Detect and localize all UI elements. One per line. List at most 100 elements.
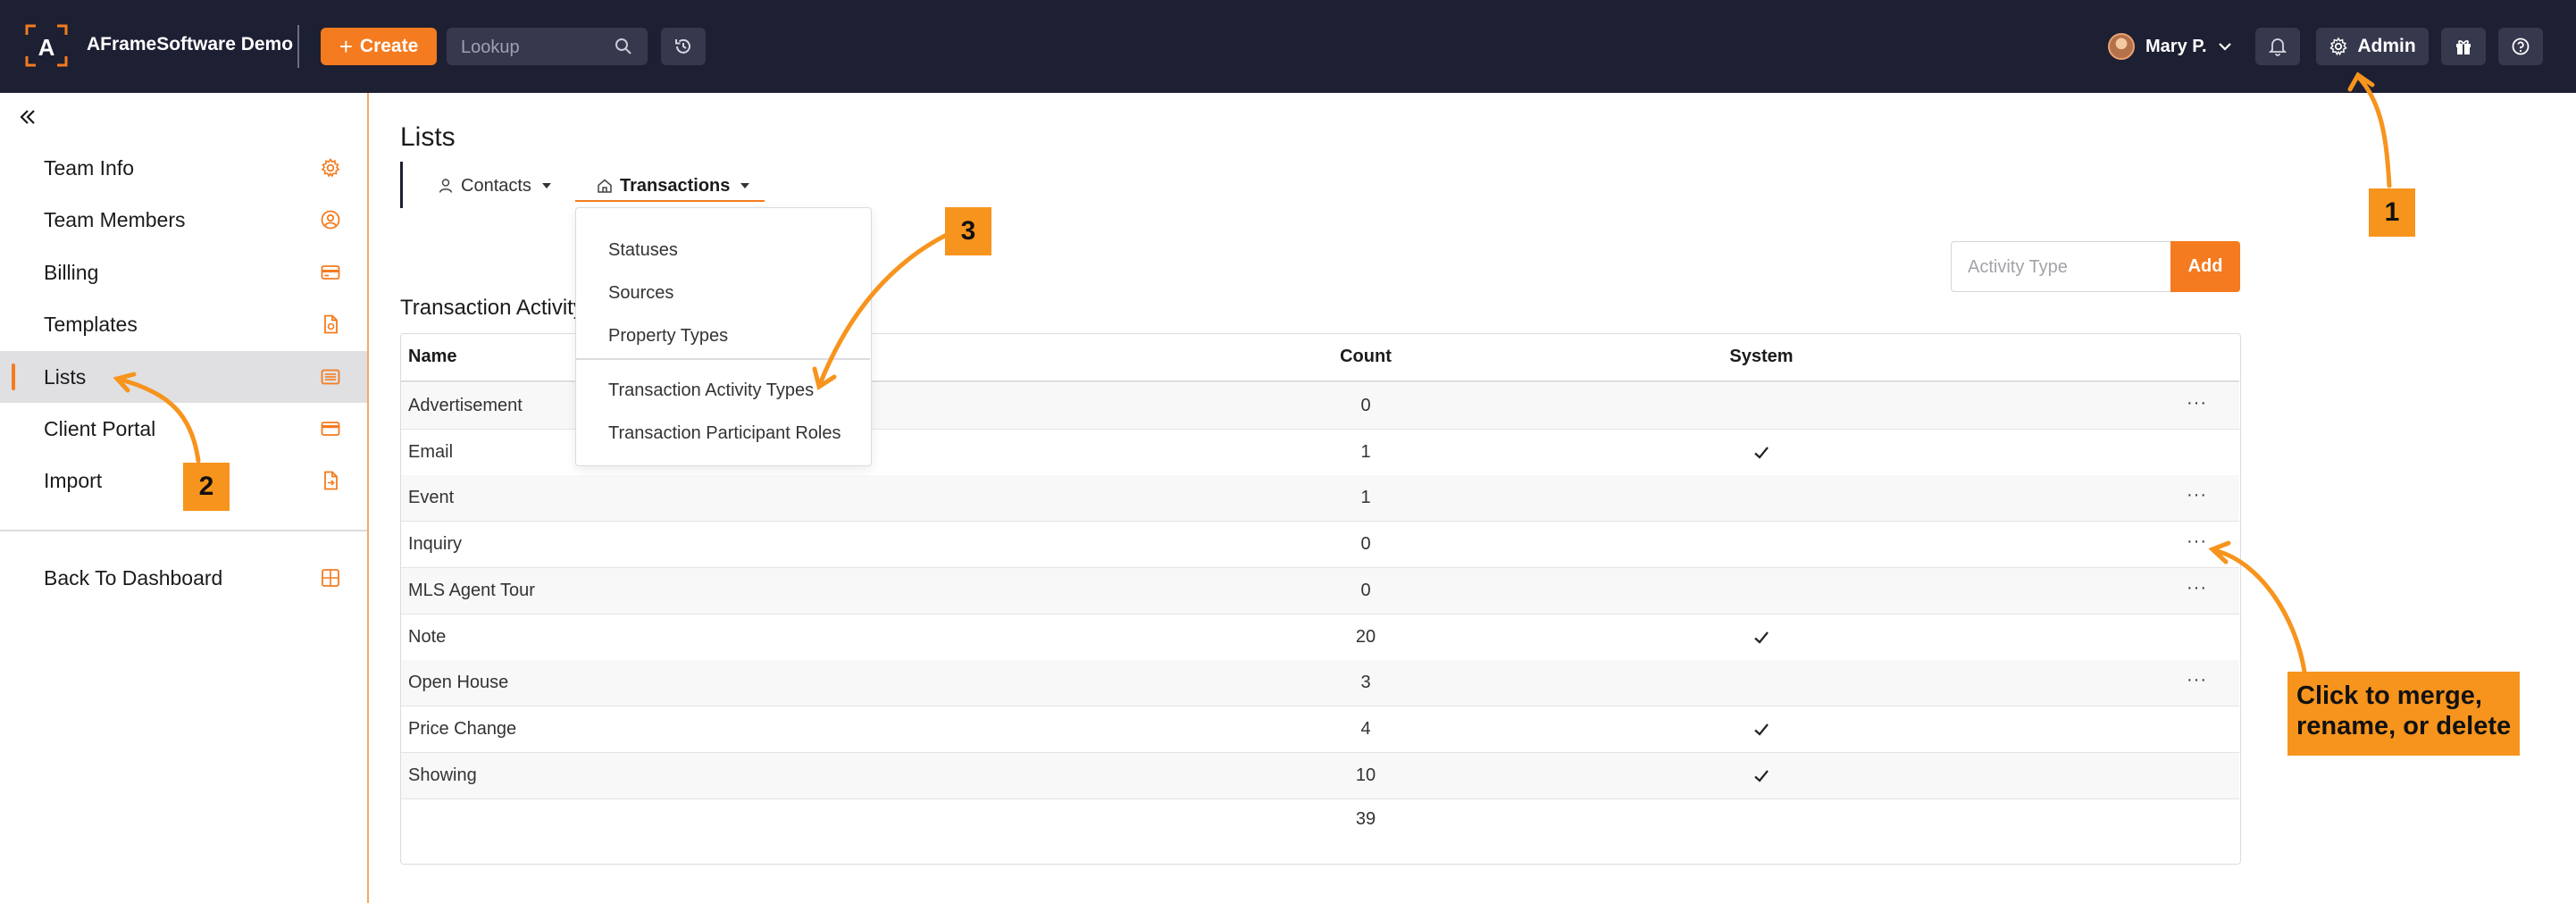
sidebar-item-client-portal[interactable]: Client Portal xyxy=(0,403,367,455)
create-label: Create xyxy=(359,36,419,56)
gear-icon xyxy=(2329,37,2348,56)
add-button[interactable]: Add xyxy=(2170,241,2240,292)
row-actions-menu-icon[interactable]: ··· xyxy=(2187,394,2207,412)
dashboard-grid-icon xyxy=(322,569,339,587)
cell-name: Note xyxy=(408,626,447,647)
sidebar-item-templates[interactable]: Templates xyxy=(0,298,367,350)
cell-name: Open House xyxy=(408,673,509,693)
row-actions-menu-icon[interactable]: ··· xyxy=(2187,579,2207,597)
tab-contacts[interactable]: Contacts xyxy=(438,170,551,202)
table-row: Showing 10 xyxy=(401,752,2239,799)
row-actions-menu-icon[interactable]: ··· xyxy=(2187,671,2207,689)
app-title[interactable]: AFrameSoftware Demo xyxy=(87,34,293,55)
table-row: Open House 3 ··· xyxy=(401,660,2239,707)
sidebar-item-billing[interactable]: Billing xyxy=(0,247,367,298)
history-button[interactable] xyxy=(661,28,706,65)
avatar xyxy=(2108,33,2135,60)
menu-item-property-types[interactable]: Property Types xyxy=(608,326,728,347)
card-icon xyxy=(321,422,340,436)
person-icon xyxy=(439,179,453,193)
cell-name: Showing xyxy=(408,765,477,785)
sidebar-item-label: Client Portal xyxy=(44,416,156,440)
cell-count: 4 xyxy=(1360,718,1371,739)
menu-item-sources[interactable]: Sources xyxy=(608,283,673,304)
sidebar-item-label: Billing xyxy=(44,260,99,284)
user-circle-icon xyxy=(321,210,340,230)
step-1-callout: 1 xyxy=(2369,188,2415,237)
aframe-logo-icon[interactable]: A xyxy=(25,24,68,67)
step-2-callout: 2 xyxy=(183,463,230,511)
table-row: MLS Agent Tour 0 ··· xyxy=(401,567,2239,615)
cell-count: 10 xyxy=(1355,765,1376,785)
gift-button[interactable] xyxy=(2441,28,2486,65)
help-button[interactable] xyxy=(2498,28,2543,65)
count-total: 39 xyxy=(1355,809,1376,829)
sidebar-item-lists[interactable]: Lists xyxy=(0,351,367,403)
row-actions-menu-icon[interactable]: ··· xyxy=(2187,486,2207,504)
cell-count: 0 xyxy=(1360,396,1371,415)
checkmark-icon xyxy=(1754,723,1769,736)
cell-name: Event xyxy=(408,488,455,508)
step-3-callout: 3 xyxy=(945,207,991,255)
caret-down-icon xyxy=(740,183,750,188)
column-header-name[interactable]: Name xyxy=(408,347,456,367)
arrow-1 xyxy=(2357,76,2392,188)
activity-type-placeholder: Activity Type xyxy=(1968,257,2068,277)
sidebar-item-team-members[interactable]: Team Members xyxy=(0,194,367,246)
sidebar-item-label: Team Members xyxy=(44,207,186,231)
checkmark-icon xyxy=(1754,446,1769,459)
cell-count: 20 xyxy=(1355,626,1376,647)
column-header-system[interactable]: System xyxy=(1708,347,1815,367)
gear-icon xyxy=(321,158,340,178)
list-icon xyxy=(321,369,340,385)
sidebar-item-label: Lists xyxy=(44,364,87,389)
svg-text:A: A xyxy=(38,34,55,61)
menu-item-statuses[interactable]: Statuses xyxy=(608,240,678,261)
user-menu[interactable]: Mary P. xyxy=(2108,31,2232,62)
checkmark-icon xyxy=(1754,769,1769,782)
tab-transactions[interactable]: Transactions xyxy=(597,170,750,202)
history-icon xyxy=(675,38,690,54)
create-button[interactable]: + Create xyxy=(321,28,437,65)
cell-name: Inquiry xyxy=(408,534,463,555)
file-icon xyxy=(324,314,338,334)
cell-count: 1 xyxy=(1360,441,1371,462)
admin-label: Admin xyxy=(2357,36,2416,56)
lookup-placeholder: Lookup xyxy=(461,38,520,57)
search-icon xyxy=(615,38,631,54)
admin-button[interactable]: Admin xyxy=(2316,28,2429,65)
cell-name: Price Change xyxy=(408,718,517,739)
chevron-down-icon xyxy=(2218,43,2231,51)
sidebar-item-label: Import xyxy=(44,468,103,492)
sidebar-item-label: Back To Dashboard xyxy=(44,565,223,589)
table-row: Event 1 ··· xyxy=(401,475,2239,523)
active-tab-underline xyxy=(575,200,765,202)
collapse-sidebar-icon[interactable] xyxy=(16,105,39,129)
sidebar-item-team-info[interactable]: Team Info xyxy=(0,142,367,194)
file-import-icon xyxy=(324,471,338,490)
checkmark-icon xyxy=(1754,631,1769,644)
sidebar-item-label: Team Info xyxy=(44,155,134,180)
row-actions-menu-icon[interactable]: ··· xyxy=(2187,532,2207,550)
activity-type-input[interactable]: Activity Type xyxy=(1951,241,2170,292)
notifications-button[interactable] xyxy=(2255,28,2300,65)
cell-count: 0 xyxy=(1360,534,1371,555)
cell-count: 0 xyxy=(1360,580,1371,600)
plus-icon: + xyxy=(339,33,353,60)
table-row: Price Change 4 xyxy=(401,706,2239,753)
cell-count: 3 xyxy=(1360,673,1371,693)
tabs-accent-bar xyxy=(400,162,403,208)
sidebar-item-back-to-dashboard[interactable]: Back To Dashboard xyxy=(0,552,367,604)
home-icon xyxy=(598,179,612,193)
caret-down-icon xyxy=(541,183,551,188)
tab-transactions-label: Transactions xyxy=(620,175,731,196)
gift-icon xyxy=(2456,40,2471,54)
credit-card-icon xyxy=(321,265,340,280)
column-header-count[interactable]: Count xyxy=(1330,347,1401,367)
menu-item-transaction-participant-roles[interactable]: Transaction Participant Roles xyxy=(608,423,841,444)
table-row: Note 20 xyxy=(401,614,2239,661)
menu-item-transaction-activity-types[interactable]: Transaction Activity Types xyxy=(608,380,814,401)
sidebar-divider xyxy=(0,530,367,531)
lookup-search-input[interactable]: Lookup xyxy=(447,28,648,65)
page-title: Lists xyxy=(400,122,456,152)
